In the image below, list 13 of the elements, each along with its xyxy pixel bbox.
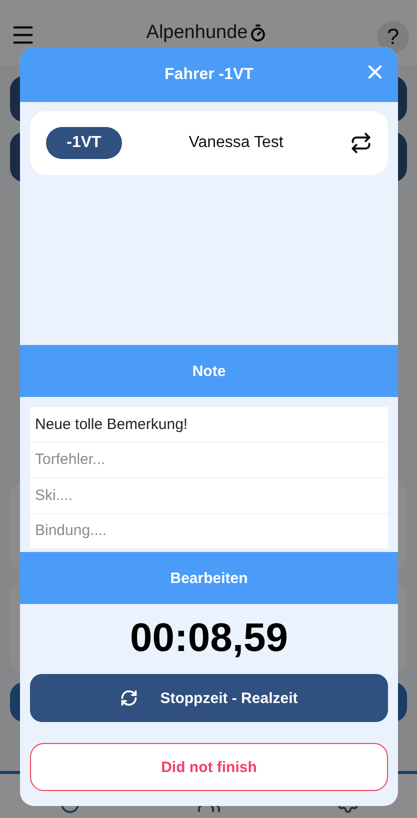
time-mode-button[interactable]: Stoppzeit - Realzeit [30, 674, 388, 722]
note-header: Note [20, 345, 398, 397]
app-title: Alpenhunde [146, 22, 248, 44]
time-display: 00:08,59 [129, 615, 289, 662]
help-button[interactable]: ? [377, 21, 409, 53]
edit-button[interactable]: Bearbeiten [20, 552, 398, 604]
refresh-icon [120, 689, 138, 707]
swap-button[interactable] [350, 132, 372, 154]
dialog-title: Fahrer -1VT [164, 66, 254, 84]
bib-badge: -1VT [46, 127, 122, 159]
driver-name: Vanessa Test [188, 134, 284, 152]
dnf-button[interactable]: Did not finish [30, 743, 388, 791]
stopwatch-icon [248, 24, 267, 42]
